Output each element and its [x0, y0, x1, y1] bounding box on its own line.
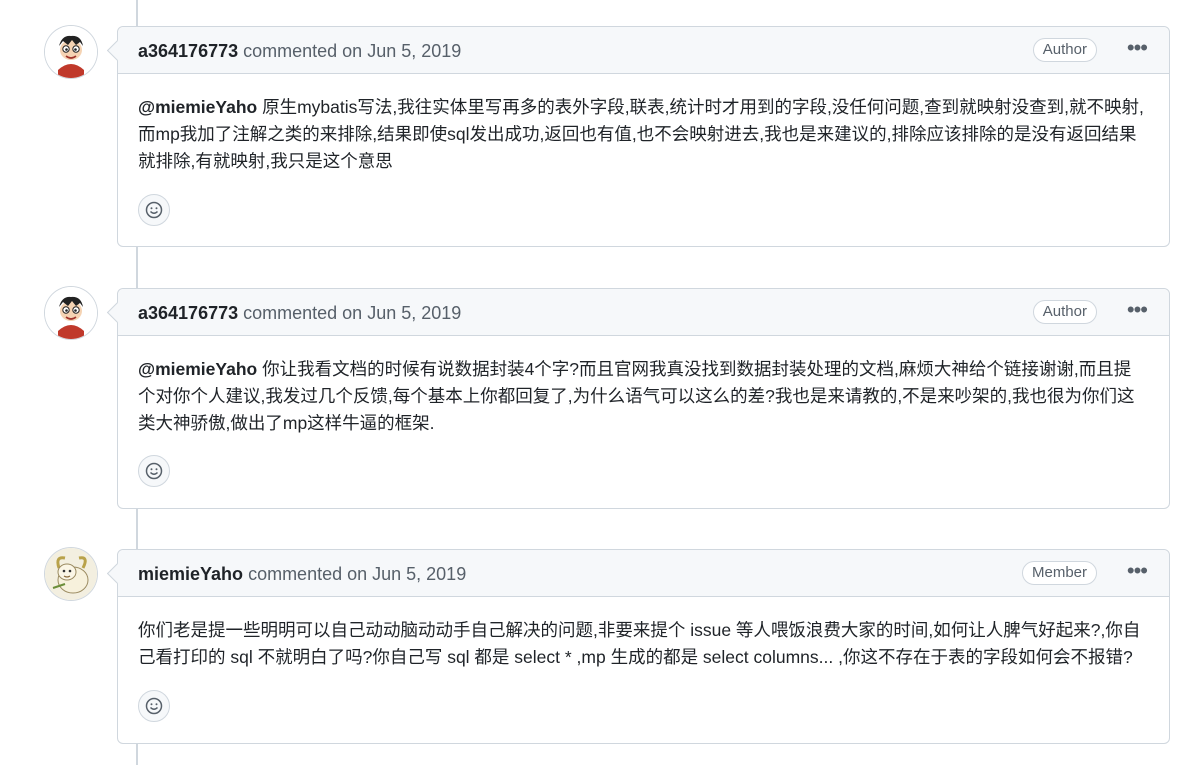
author-link[interactable]: a364176773 — [138, 303, 238, 323]
comment-text-line: 你们老是提一些明明可以自己动动脑动动手自己解决的问题,非要来提个 issue 等… — [138, 620, 1141, 640]
comment-text-line: 个对你个人建议,我发过几个反馈,每个基本上你都回复了,为什么语气可以这么的差?我… — [138, 386, 1135, 406]
comment-timestamp[interactable]: commented on Jun 5, 2019 — [248, 564, 466, 584]
add-reaction-button[interactable] — [138, 690, 170, 722]
comment-timestamp[interactable]: commented on Jun 5, 2019 — [243, 41, 461, 61]
avatar[interactable] — [45, 26, 97, 78]
cartoon-boy-avatar-icon — [45, 26, 97, 78]
author-badge: Author — [1032, 38, 1097, 62]
author-link[interactable]: miemieYaho — [138, 564, 243, 584]
comment-box: a364176773 commented on Jun 5, 2019 Auth… — [117, 26, 1170, 247]
smiley-icon — [145, 697, 163, 715]
avatar[interactable] — [45, 287, 97, 339]
add-reaction-button[interactable] — [138, 455, 170, 487]
author-link[interactable]: a364176773 — [138, 41, 238, 61]
comment-text-line: 类大神骄傲,做出了mp这样牛逼的框架. — [138, 413, 435, 433]
cartoon-boy-avatar-icon — [45, 287, 97, 339]
comment-text-line: 己看打印的 sql 不就明白了吗?你自己写 sql 都是 select * ,m… — [138, 647, 1133, 667]
comment-timestamp[interactable]: commented on Jun 5, 2019 — [243, 303, 461, 323]
comment-header: a364176773 commented on Jun 5, 2019 Auth… — [118, 289, 1169, 336]
avatar[interactable] — [45, 548, 97, 600]
comment-text-line: 你让我看文档的时候有说数据封装4个字?而且官网我真没找到数据封装处理的文档,麻烦… — [257, 359, 1132, 379]
comment-header: miemieYaho commented on Jun 5, 2019 Memb… — [118, 550, 1169, 597]
comment-body: @miemieYaho 你让我看文档的时候有说数据封装4个字?而且官网我真没找到… — [118, 336, 1169, 437]
smiley-icon — [145, 462, 163, 480]
comment-box: miemieYaho commented on Jun 5, 2019 Memb… — [117, 549, 1170, 744]
comment-text-line: 而mp我加了注解之类的来排除,结果即使sql发出成功,返回也有值,也不会映射进去… — [138, 124, 1137, 144]
member-badge: Member — [1021, 561, 1097, 585]
mention-link[interactable]: @miemieYaho — [138, 359, 257, 379]
add-reaction-button[interactable] — [138, 194, 170, 226]
smiley-icon — [145, 201, 163, 219]
comment-box: a364176773 commented on Jun 5, 2019 Auth… — [117, 288, 1170, 509]
mention-link[interactable]: @miemieYaho — [138, 97, 257, 117]
kebab-horizontal-icon[interactable]: ••• — [1127, 37, 1148, 59]
comment-text-line: 就排除,有就映射,我只是这个意思 — [138, 151, 393, 171]
comment-header: a364176773 commented on Jun 5, 2019 Auth… — [118, 27, 1169, 74]
comment-body: @miemieYaho 原生mybatis写法,我往实体里写再多的表外字段,联表… — [118, 74, 1169, 175]
kebab-horizontal-icon[interactable]: ••• — [1127, 560, 1148, 582]
comment-body: 你们老是提一些明明可以自己动动脑动动手自己解决的问题,非要来提个 issue 等… — [118, 597, 1169, 671]
author-badge: Author — [1032, 300, 1097, 324]
cartoon-goat-avatar-icon — [45, 548, 97, 600]
comment-text-line: 原生mybatis写法,我往实体里写再多的表外字段,联表,统计时才用到的字段,没… — [257, 97, 1144, 117]
kebab-horizontal-icon[interactable]: ••• — [1127, 299, 1148, 321]
